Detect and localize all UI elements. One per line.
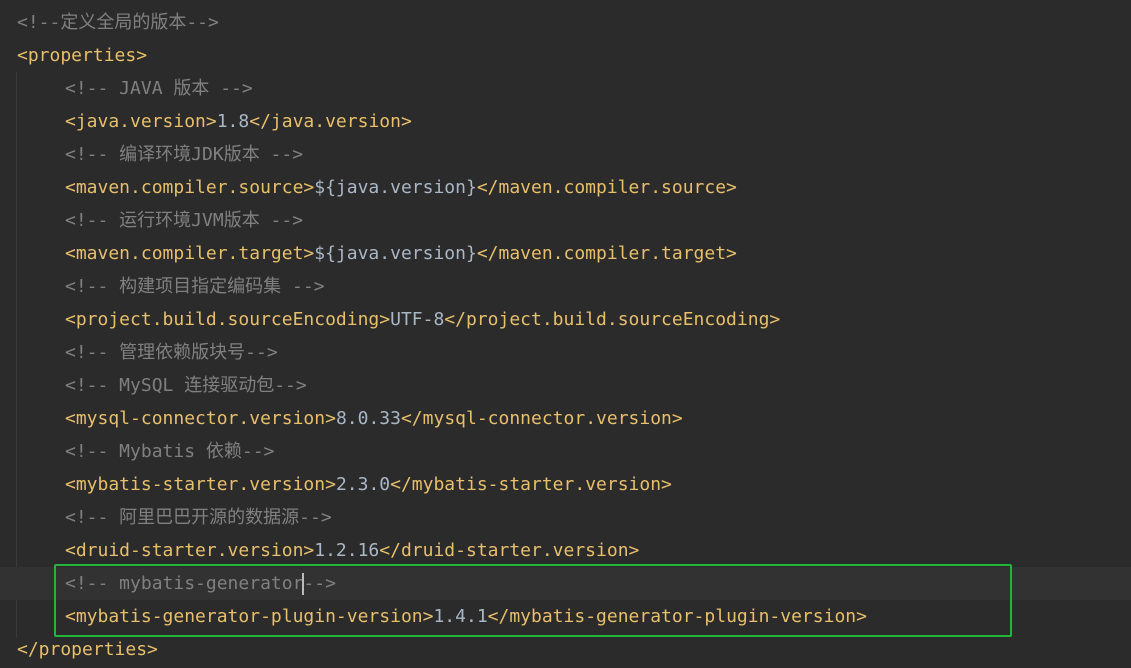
xml-close-tag: </maven.compiler.source> [476,177,737,198]
code-editor[interactable]: <!--定义全局的版本--> <properties> <!-- JAVA 版本… [0,0,1131,668]
code-line[interactable]: <!-- 运行环境JVM版本 --> [0,204,1131,237]
code-line[interactable]: <!-- JAVA 版本 --> [0,72,1131,105]
xml-close-tag: </maven.compiler.target> [476,243,737,264]
xml-close-tag: </java.version> [249,111,412,132]
code-line[interactable]: <!-- 管理依赖版块号--> [0,336,1131,369]
code-line[interactable]: <maven.compiler.target>${java.version}</… [0,237,1131,270]
xml-value: 1.2.16 [314,540,380,561]
xml-close-tag: </project.build.sourceEncoding> [444,309,781,330]
code-line[interactable]: <mysql-connector.version>8.0.33</mysql-c… [0,402,1131,435]
xml-close-tag: </mysql-connector.version> [400,408,683,429]
current-code-line[interactable]: <!-- mybatis-generator--> [0,567,1131,600]
xml-open-tag: <druid-starter.version> [65,540,315,561]
xml-close-tag: </mybatis-starter.version> [390,474,672,495]
xml-comment: <!-- 运行环境JVM版本 --> [65,210,304,231]
xml-comment: <!-- 构建项目指定编码集 --> [65,276,325,297]
xml-close-tag: </properties> [17,639,158,660]
code-line[interactable]: <properties> [0,39,1131,72]
xml-comment: <!--定义全局的版本--> [17,12,219,33]
xml-value: 1.8 [216,111,250,132]
code-line[interactable]: <!--定义全局的版本--> [0,6,1131,39]
xml-comment: <!-- mybatis-generator [65,573,304,594]
xml-comment: <!-- Mybatis 依赖--> [65,441,275,462]
code-line[interactable]: <druid-starter.version>1.2.16</druid-sta… [0,534,1131,567]
code-line[interactable]: </properties> [0,633,1131,666]
xml-value: 8.0.33 [335,408,401,429]
xml-open-tag: <java.version> [65,111,217,132]
code-line[interactable]: <java.version>1.8</java.version> [0,105,1131,138]
xml-open-tag: <project.build.sourceEncoding> [65,309,391,330]
xml-comment: <!-- 阿里巴巴开源的数据源--> [65,507,332,528]
xml-open-tag: <mybatis-generator-plugin-version> [65,606,434,627]
xml-value: 2.3.0 [335,474,391,495]
xml-value: ${java.version} [314,177,477,198]
xml-comment: <!-- 管理依赖版块号--> [65,342,278,363]
xml-value: ${java.version} [314,243,477,264]
xml-close-tag: </druid-starter.version> [379,540,640,561]
xml-open-tag: <properties> [17,45,148,66]
xml-comment: <!-- MySQL 连接驱动包--> [65,375,307,396]
xml-open-tag: <mysql-connector.version> [65,408,336,429]
xml-value: UTF-8 [390,309,445,330]
code-line[interactable]: <!-- 构建项目指定编码集 --> [0,270,1131,303]
code-line[interactable]: <mybatis-generator-plugin-version>1.4.1<… [0,600,1131,633]
code-line[interactable]: <!-- MySQL 连接驱动包--> [0,369,1131,402]
xml-open-tag: <maven.compiler.target> [65,243,315,264]
xml-close-tag: </mybatis-generator-plugin-version> [487,606,867,627]
xml-comment: <!-- 编译环境JDK版本 --> [65,144,304,165]
code-line[interactable]: <mybatis-starter.version>2.3.0</mybatis-… [0,468,1131,501]
xml-value: 1.4.1 [433,606,488,627]
xml-comment: <!-- JAVA 版本 --> [65,78,253,99]
xml-open-tag: <maven.compiler.source> [65,177,315,198]
xml-comment-end: --> [303,573,336,594]
xml-open-tag: <mybatis-starter.version> [65,474,336,495]
code-line[interactable]: <!-- 阿里巴巴开源的数据源--> [0,501,1131,534]
code-line[interactable]: <!-- Mybatis 依赖--> [0,435,1131,468]
code-line[interactable]: <!-- 编译环境JDK版本 --> [0,138,1131,171]
code-line[interactable]: <maven.compiler.source>${java.version}</… [0,171,1131,204]
code-line[interactable]: <project.build.sourceEncoding>UTF-8</pro… [0,303,1131,336]
